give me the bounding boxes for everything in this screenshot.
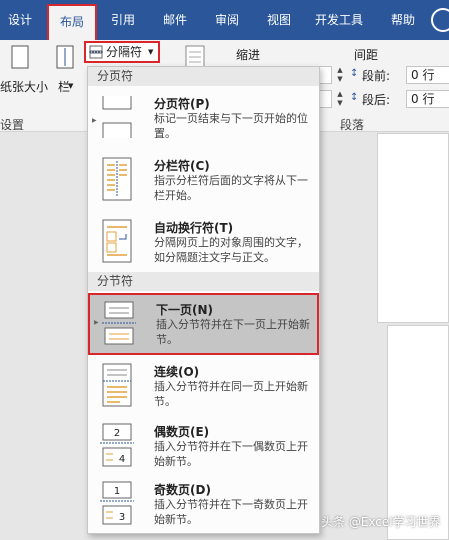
spacing-after-icon: ↕ [350, 92, 359, 103]
menu-item-title: 分栏符(C) [154, 159, 210, 173]
indent-label: 缩进 [236, 48, 261, 62]
menu-item-even-page[interactable]: 2 4 偶数页(E) 插入分节符并在下一偶数页上开始新节。 [88, 417, 319, 479]
submenu-marker-icon: ▶ [92, 117, 97, 124]
tab-developer[interactable]: 开发工具 [306, 0, 372, 40]
menu-item-desc: 指示分栏符后面的文字将从下一栏开始。 [154, 174, 308, 202]
menu-item-column-break[interactable]: 分栏符(C) 指示分栏符后面的文字将从下一栏开始。 [88, 151, 319, 213]
tab-references[interactable]: 引用 [100, 0, 146, 40]
breaks-button[interactable]: 分隔符 ▼ [84, 41, 160, 63]
menu-item-desc: 插入分节符并在下一页上开始新节。 [156, 318, 310, 346]
menu-item-desc: 插入分节符并在同一页上开始新节。 [154, 380, 308, 408]
paper-size-icon [11, 45, 29, 69]
page-setup-group-label: 设置 [0, 118, 25, 132]
spacing-label: 间距 [354, 48, 379, 62]
menu-item-title: 下一页(N) [156, 303, 214, 317]
continuous-break-icon [102, 363, 132, 407]
indent-right-spin-icon[interactable]: ▲ ▼ [335, 90, 345, 108]
chevron-down-icon: ▼ [148, 48, 154, 56]
even-page-break-icon: 2 4 [100, 423, 134, 467]
column-break-icon [102, 157, 132, 201]
menu-item-title: 分页符(P) [154, 97, 210, 111]
menu-item-desc: 标记一页结束与下一页开始的位置。 [154, 112, 308, 140]
submenu-marker-icon: ▶ [94, 319, 99, 326]
paragraph-group-label: 段落 [340, 118, 365, 132]
odd-icon-number: 1 [114, 486, 120, 497]
menu-item-next-page[interactable]: ▶ 下一页(N) 插入分节符并在下一页上开始新节。 [88, 293, 319, 355]
menu-item-desc: 分隔网页上的对象周围的文字，如分隔题注文字与正文。 [154, 236, 308, 264]
columns-icon [56, 45, 74, 69]
even-icon-number: 4 [119, 454, 125, 465]
page-break-icon [102, 96, 132, 138]
breaks-icon [89, 45, 103, 59]
indent-left-spin-icon[interactable]: ▲ ▼ [335, 66, 345, 84]
menu-item-title: 奇数页(D) [154, 483, 211, 497]
menu-item-title: 偶数页(E) [154, 425, 210, 439]
spacing-after-input[interactable]: 0 行 [406, 90, 449, 108]
menu-item-desc: 插入分节符并在下一奇数页上开始新节。 [154, 498, 308, 526]
section-breaks-header: 分节符 [88, 272, 319, 291]
tab-mailings[interactable]: 邮件 [152, 0, 198, 40]
text-wrapping-break-icon [102, 219, 132, 263]
tab-help[interactable]: 帮助 [380, 0, 426, 40]
ribbon-tab-bar: 设计 布局 引用 邮件 审阅 视图 开发工具 帮助 [0, 0, 449, 40]
menu-item-title: 自动换行符(T) [154, 221, 234, 235]
breaks-button-label: 分隔符 [106, 45, 143, 59]
menu-item-text-wrapping-break[interactable]: 自动换行符(T) 分隔网页上的对象周围的文字，如分隔题注文字与正文。 [88, 213, 319, 275]
breaks-dropdown-menu: 分页符 ▶ 分页符(P) 标记一页结束与下一页开始的位置。 分栏符(C) 指示分… [87, 66, 320, 534]
spacing-before-icon: ↕ [350, 68, 359, 79]
watermark-text: 头条 @Excel学习世界 [321, 515, 441, 529]
tab-review[interactable]: 审阅 [204, 0, 250, 40]
tab-design[interactable]: 设计 [0, 0, 40, 40]
menu-item-continuous[interactable]: 连续(O) 插入分节符并在同一页上开始新节。 [88, 357, 319, 419]
menu-item-desc: 插入分节符并在下一偶数页上开始新节。 [154, 440, 308, 468]
paper-size-button[interactable]: 纸张大小 [0, 78, 48, 95]
spacing-before-input[interactable]: 0 行 [406, 66, 449, 84]
odd-page-break-icon: 1 3 [100, 481, 134, 525]
document-page[interactable] [377, 133, 449, 323]
tab-view[interactable]: 视图 [256, 0, 302, 40]
next-page-break-icon [102, 301, 136, 345]
menu-item-title: 连续(O) [154, 365, 200, 379]
menu-item-odd-page[interactable]: 1 3 奇数页(D) 插入分节符并在下一奇数页上开始新节。 [88, 475, 319, 537]
tab-layout[interactable]: 布局 [47, 4, 97, 40]
spacing-before-label: 段前: [362, 69, 391, 83]
even-icon-number: 2 [114, 428, 120, 439]
account-avatar-icon[interactable] [431, 8, 449, 32]
columns-dropdown-icon: ▼ [68, 82, 74, 90]
page-breaks-header: 分页符 [88, 67, 319, 86]
odd-icon-number: 3 [119, 512, 125, 523]
document-page[interactable] [387, 325, 449, 540]
menu-item-page-break[interactable]: ▶ 分页符(P) 标记一页结束与下一页开始的位置。 [88, 89, 319, 151]
spacing-after-label: 段后: [362, 93, 391, 107]
